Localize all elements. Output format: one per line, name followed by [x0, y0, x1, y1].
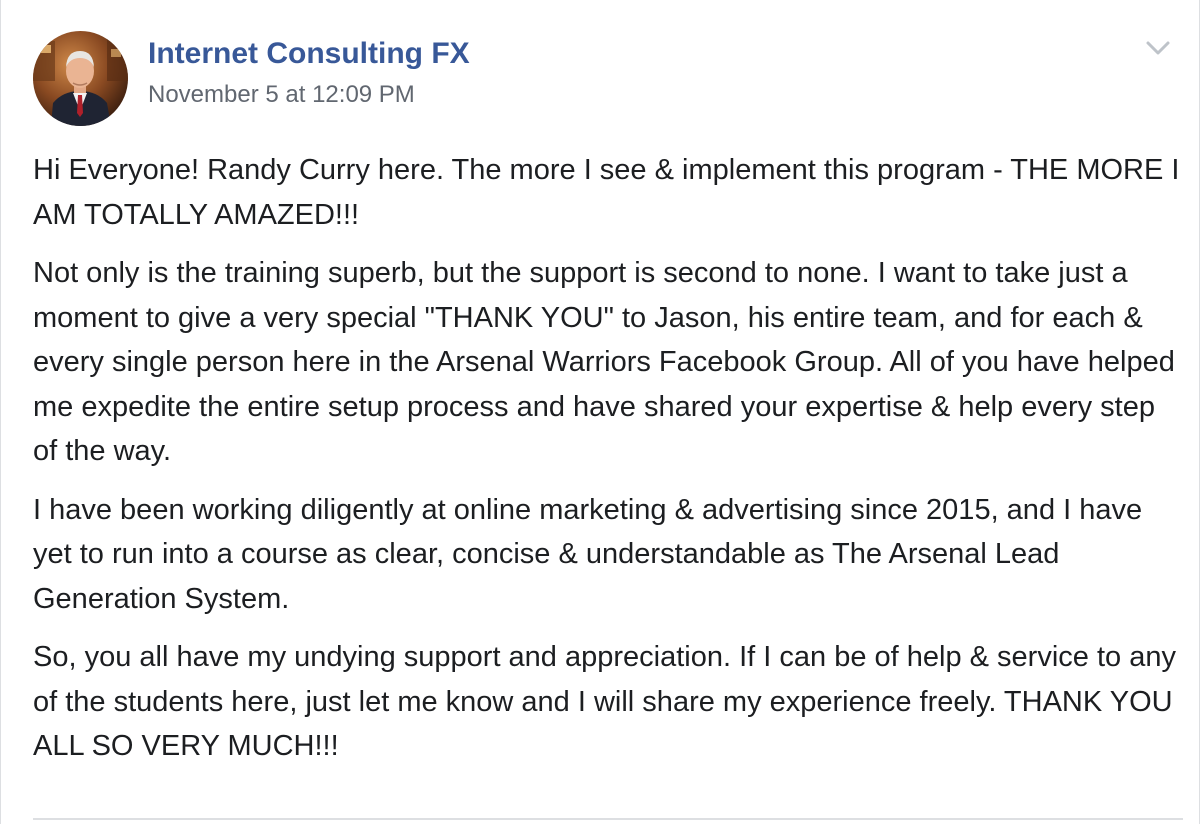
post-body: Hi Everyone! Randy Curry here. The more … [33, 148, 1183, 783]
avatar-photo [33, 30, 128, 126]
divider [33, 818, 1183, 820]
post-paragraph-4: So, you all have my undying support and … [33, 641, 1176, 762]
author-name[interactable]: Internet Consulting FX [148, 36, 470, 72]
post-header: Internet Consulting FX November 5 at 12:… [33, 30, 470, 126]
chevron-down-icon[interactable] [1145, 38, 1171, 58]
post-paragraph-3: I have been working diligently at online… [33, 493, 1143, 615]
avatar[interactable] [33, 30, 128, 126]
post-paragraph-2: Not only is the training superb, but the… [33, 257, 1175, 467]
post-card: Internet Consulting FX November 5 at 12:… [0, 0, 1200, 824]
post-meta: Internet Consulting FX November 5 at 12:… [148, 36, 470, 110]
post-timestamp[interactable]: November 5 at 12:09 PM [148, 80, 470, 110]
post-paragraph-1: Hi Everyone! Randy Curry here. The more … [33, 154, 1180, 231]
